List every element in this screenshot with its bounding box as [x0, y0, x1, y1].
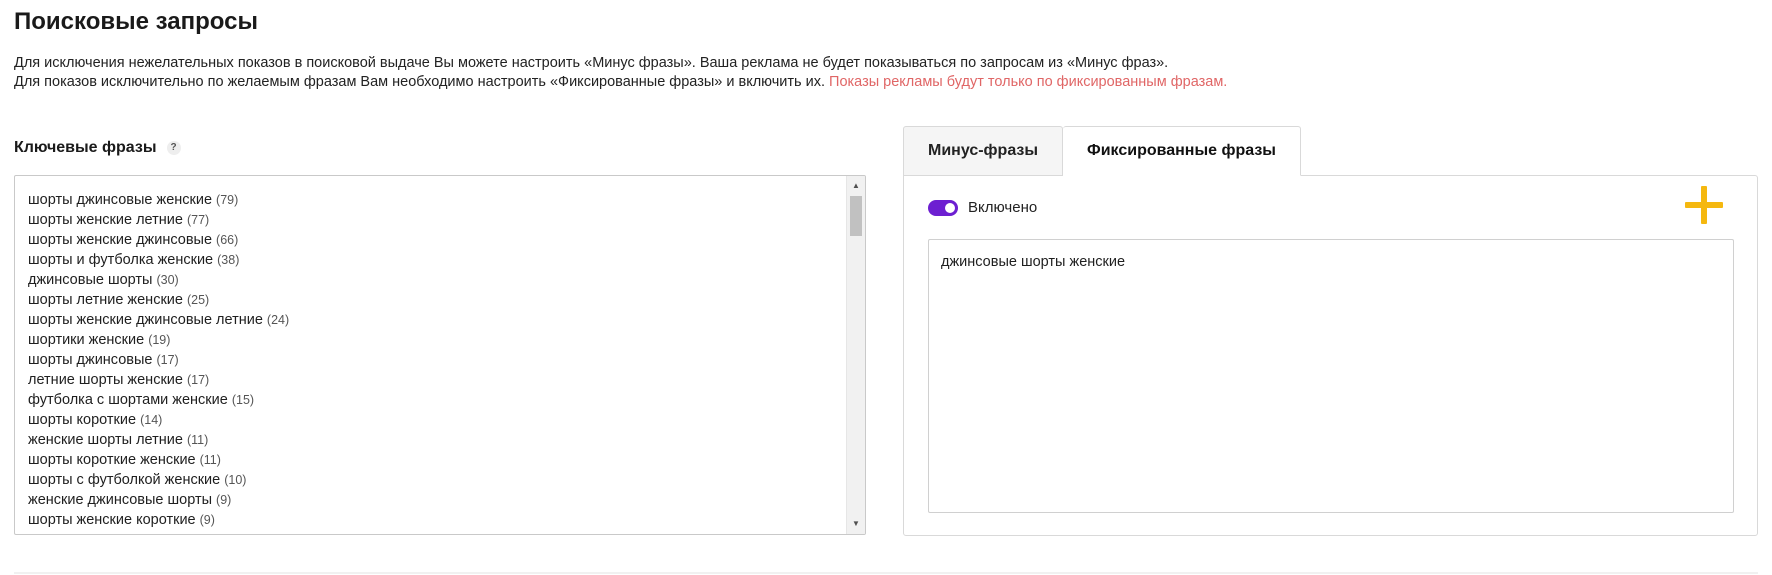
keyword-count: (9) — [199, 513, 215, 527]
keyword-phrase: шорты женские летние — [28, 212, 183, 228]
keyword-item[interactable]: женские шорты летние (11) — [28, 430, 845, 450]
tab-fixed-phrases[interactable]: Фиксированные фразы — [1063, 126, 1301, 176]
keyword-phrase: шорты женские джинсовые летние — [28, 312, 263, 328]
keyword-phrase: летние шорты женские — [28, 372, 183, 388]
enabled-toggle-row: Включено — [928, 199, 1037, 216]
keyword-item[interactable]: женские джинсовые шорты (9) — [28, 490, 845, 510]
fixed-phrases-textarea[interactable] — [928, 239, 1734, 513]
keyword-item[interactable]: шорты джинсовые (17) — [28, 350, 845, 370]
keyword-phrase: шорты джинсовые — [28, 352, 153, 368]
keyword-phrase: шорты короткие — [28, 412, 137, 428]
keyword-phrase: шорты летние женские — [28, 292, 183, 308]
keywords-heading: Ключевые фразы ? — [14, 139, 181, 157]
fixed-phrases-panel: Включено — [903, 175, 1758, 536]
keywords-scrollbar[interactable]: ▲ ▼ — [846, 176, 865, 534]
keyword-item[interactable]: шорты женские джинсовые летние (24) — [28, 310, 845, 330]
keyword-phrase: джинсовые шорты — [28, 272, 153, 288]
bottom-divider — [14, 572, 1758, 574]
keyword-item[interactable]: шорты короткие женские (11) — [28, 450, 845, 470]
description-accent: Показы рекламы будут только по фиксирова… — [829, 74, 1228, 90]
keyword-item[interactable]: шорты короткие (14) — [28, 410, 845, 430]
keyword-count: (30) — [156, 273, 179, 287]
description-line-1: Для исключения нежелательных показов в п… — [14, 55, 1169, 71]
tab-minus-phrases[interactable]: Минус-фразы — [903, 126, 1064, 176]
keyword-count: (17) — [186, 373, 210, 387]
question-icon[interactable]: ? — [166, 141, 181, 155]
keyword-phrase: шорты и футболка женские — [28, 252, 214, 268]
keyword-item[interactable]: шорты женские летние (77) — [28, 210, 845, 230]
description-line-2: Для показов исключительно по желаемым фр… — [14, 73, 1227, 92]
keyword-item[interactable]: летние шорты женские (17) — [28, 370, 845, 390]
keyword-count: (19) — [148, 333, 171, 347]
keyword-item[interactable]: шорты женские джинсовые (66) — [28, 230, 845, 250]
keyword-count: (38) — [217, 253, 240, 267]
keyword-item[interactable]: шорты женские короткие (9) — [28, 510, 845, 530]
keyword-count: (15) — [231, 393, 255, 407]
keyword-count: (14) — [140, 413, 163, 427]
page: Поисковые запросы Для исключения нежелат… — [0, 0, 1772, 575]
scroll-thumb[interactable] — [850, 196, 862, 236]
keywords-list: шорты джинсовые женские (79) шорты женские… — [15, 176, 845, 534]
keyword-phrase: футболка с шортами женские — [28, 392, 228, 408]
keyword-count: (77) — [186, 213, 210, 227]
keywords-label: Ключевые фразы — [14, 139, 157, 156]
keywords-list-box[interactable]: шорты джинсовые женские (79) шорты женские… — [14, 175, 866, 535]
description-line-2-text: Для показов исключительно по желаемым фр… — [14, 74, 825, 90]
keyword-phrase: женские шорты летние — [28, 432, 183, 448]
keyword-phrase: шорты джинсовые женские — [28, 192, 213, 208]
page-description: Для исключения нежелательных показов в п… — [14, 54, 1227, 92]
keyword-phrase: шорты короткие женские — [28, 452, 196, 468]
phrase-tabs: Минус-фразы Фиксированные фразы — [903, 126, 1301, 176]
keyword-count: (24) — [266, 313, 290, 327]
keyword-item[interactable]: футболка с шортами женские (15) — [28, 390, 845, 410]
keyword-count: (17) — [156, 353, 179, 367]
keyword-item[interactable]: шортики женские (19) — [28, 330, 845, 350]
scroll-up-arrow-icon[interactable]: ▲ — [847, 178, 865, 194]
keyword-phrase: шорты женские джинсовые — [28, 232, 213, 248]
keyword-item[interactable]: джинсовые шорты (30) — [28, 270, 845, 290]
keyword-phrase: шорты женские короткие — [28, 512, 196, 528]
scroll-down-arrow-icon[interactable]: ▼ — [847, 516, 865, 532]
enabled-toggle-label: Включено — [968, 199, 1038, 216]
keyword-item[interactable]: шорты с футболкой женские (10) — [28, 470, 845, 490]
enabled-toggle[interactable] — [928, 199, 958, 216]
keyword-count: (25) — [186, 293, 210, 307]
keyword-phrase: шорты с футболкой женские — [28, 472, 221, 488]
keyword-count: (66) — [216, 233, 239, 247]
keyword-count: (9) — [216, 493, 232, 507]
keyword-count: (79) — [216, 193, 239, 207]
keyword-phrase: шортики женские — [28, 332, 145, 348]
add-phrase-button[interactable] — [1683, 184, 1725, 226]
keyword-count: (10) — [224, 473, 247, 487]
keyword-item[interactable]: шорты джинсовые женские (79) — [28, 190, 845, 210]
keyword-phrase: женские джинсовые шорты — [28, 492, 213, 508]
keyword-item[interactable]: шорты летние женские (25) — [28, 290, 845, 310]
keyword-count: (11) — [199, 453, 221, 467]
plus-icon — [1685, 186, 1723, 224]
page-title: Поисковые запросы — [14, 8, 258, 35]
keyword-item[interactable]: шорты и футболка женские (38) — [28, 250, 845, 270]
keyword-count: (11) — [186, 433, 209, 447]
